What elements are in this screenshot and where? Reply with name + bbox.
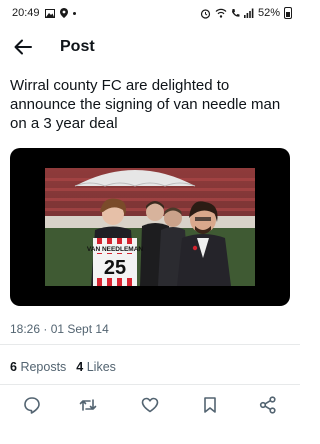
location-icon: [59, 8, 68, 18]
post-timestamp: 18:26 · 01 Sept 14: [10, 322, 109, 336]
likes-count: 4: [76, 360, 84, 374]
call-icon: [231, 9, 240, 17]
reposts-label: Reposts: [20, 360, 67, 374]
likes-label: Likes: [86, 360, 116, 374]
page-title: Post: [60, 38, 95, 55]
shirt-name: VAN NEEDLEMAN: [87, 246, 144, 253]
heart-icon[interactable]: [140, 395, 160, 415]
status-left: 20:49: [12, 7, 76, 19]
comment-icon[interactable]: [22, 395, 42, 415]
video-still[interactable]: VAN NEEDLEMAN 25: [45, 168, 255, 286]
arrow-left-icon[interactable]: [12, 36, 34, 58]
signal-icon: [243, 8, 254, 18]
divider: [0, 384, 300, 385]
battery-icon: [284, 7, 292, 19]
battery-percent: 52%: [257, 7, 280, 19]
alarm-icon: [200, 8, 211, 19]
likes-stat[interactable]: 4 Likes: [76, 360, 116, 374]
gallery-icon: [44, 8, 55, 18]
post-header: Post: [0, 30, 300, 64]
action-bar: [0, 392, 300, 418]
share-icon[interactable]: [258, 395, 278, 415]
reposts-stat[interactable]: 6 Reposts: [10, 360, 66, 374]
tweet-media[interactable]: VAN NEEDLEMAN 25: [10, 148, 290, 306]
status-bar: 20:49 52%: [0, 0, 300, 26]
wifi-icon: [215, 8, 227, 18]
repost-icon[interactable]: [78, 395, 98, 415]
shirt-number: 25: [104, 257, 126, 279]
reposts-count: 6: [10, 360, 17, 374]
engagement-stats: 6 Reposts 4 Likes: [10, 360, 116, 374]
notification-dot-icon: [72, 11, 76, 15]
status-right: 52%: [200, 7, 292, 19]
divider: [0, 344, 300, 345]
tweet-text: Wirral county FC are delighted to announ…: [10, 77, 281, 132]
status-time: 20:49: [12, 7, 40, 19]
bookmark-icon[interactable]: [200, 395, 220, 415]
